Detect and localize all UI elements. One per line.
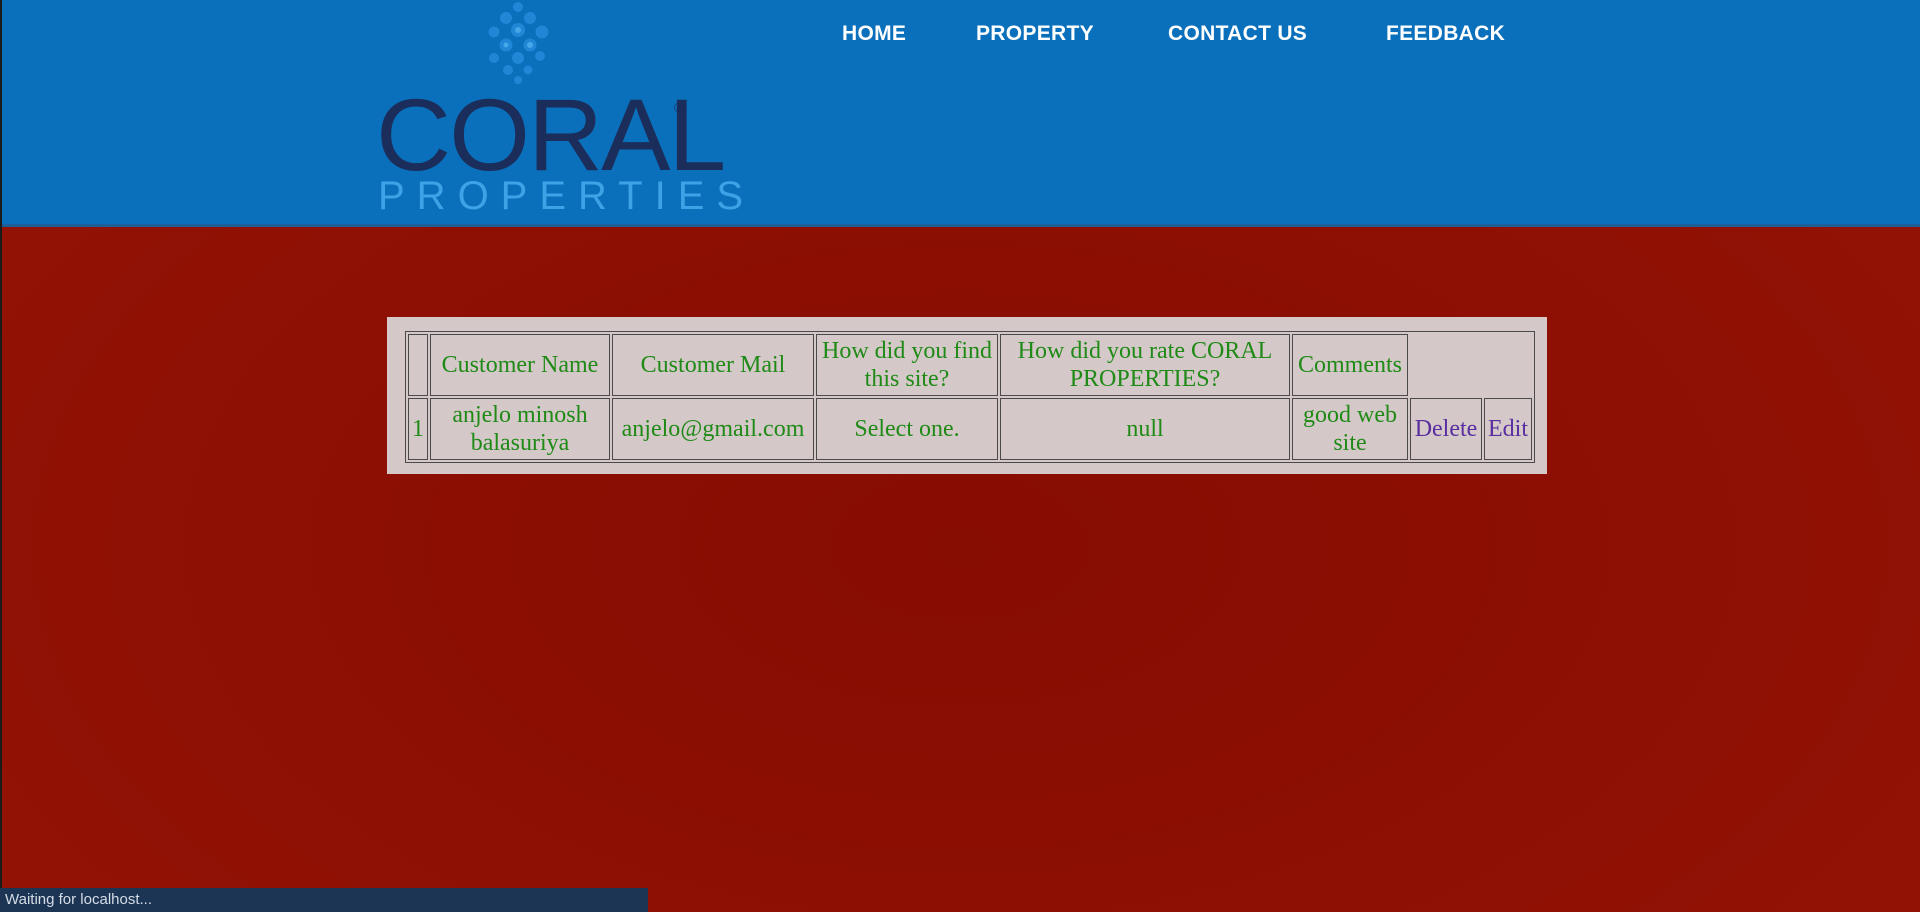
table-header-row: Customer Name Customer Mail How did you … bbox=[408, 334, 1532, 396]
nav-home-link[interactable]: HOME bbox=[842, 22, 906, 46]
cell-index: 1 bbox=[408, 398, 428, 460]
logo-registered-mark: ® bbox=[674, 100, 684, 115]
feedback-table: Customer Name Customer Mail How did you … bbox=[405, 331, 1535, 463]
feedback-table-panel: Customer Name Customer Mail How did you … bbox=[387, 317, 1547, 474]
cell-comments: good web site bbox=[1292, 398, 1408, 460]
delete-link[interactable]: Delete bbox=[1415, 416, 1478, 442]
header-comments: Comments bbox=[1292, 334, 1408, 396]
site-header: CORAL ® PROPERTIES HOME PROPERTY CONTACT… bbox=[0, 0, 1920, 227]
cell-customer-mail: anjelo@gmail.com bbox=[612, 398, 814, 460]
header-edit-spacer bbox=[1484, 334, 1532, 396]
header-customer-mail: Customer Mail bbox=[612, 334, 814, 396]
logo-subtitle: PROPERTIES bbox=[378, 174, 756, 218]
logo-dots-icon bbox=[488, 2, 549, 84]
header-customer-name: Customer Name bbox=[430, 334, 610, 396]
nav-feedback-link[interactable]: FEEDBACK bbox=[1386, 22, 1505, 46]
header-divider bbox=[0, 224, 1920, 227]
nav-contact-us-link[interactable]: CONTACT US bbox=[1168, 22, 1307, 46]
edit-link[interactable]: Edit bbox=[1488, 416, 1528, 442]
window-edge bbox=[0, 0, 2, 912]
cell-rate: null bbox=[1000, 398, 1290, 460]
header-rate: How did you rate CORAL PROPERTIES? bbox=[1000, 334, 1290, 396]
header-delete-spacer bbox=[1410, 334, 1482, 396]
table-row: 1 anjelo minosh balasuriya anjelo@gmail.… bbox=[408, 398, 1532, 460]
header-find-site: How did you find this site? bbox=[816, 334, 998, 396]
cell-customer-name: anjelo minosh balasuriya bbox=[430, 398, 610, 460]
nav-property-link[interactable]: PROPERTY bbox=[976, 22, 1094, 46]
cell-delete: Delete bbox=[1410, 398, 1482, 460]
coral-properties-logo[interactable]: CORAL ® PROPERTIES bbox=[376, 0, 756, 222]
browser-status-bar: Waiting for localhost... bbox=[0, 888, 648, 912]
cell-find-site: Select one. bbox=[816, 398, 998, 460]
logo-wordmark: CORAL bbox=[376, 78, 726, 192]
header-index bbox=[408, 334, 428, 396]
cell-edit: Edit bbox=[1484, 398, 1532, 460]
